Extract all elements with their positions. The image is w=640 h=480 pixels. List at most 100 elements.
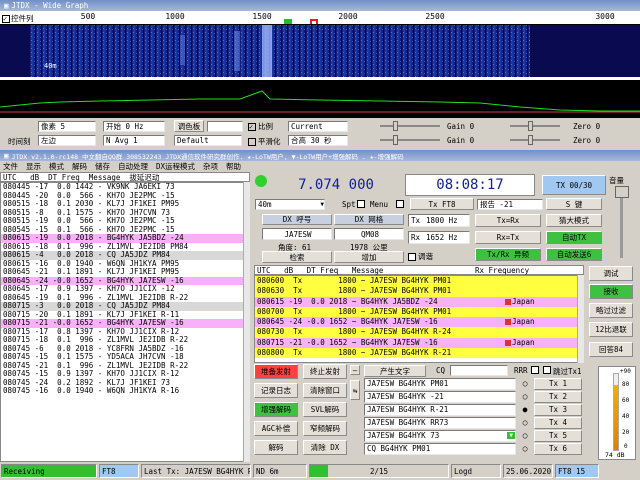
decode-row[interactable]: 080645 -19 0.1 996 - ZL1MVL JE2IDB R-22 [1,293,249,302]
palette-select[interactable]: Default [174,135,242,146]
rx-list-scrollbar[interactable] [577,275,584,363]
navg-spinbox[interactable]: N Avg 1 [103,135,165,146]
tx1-message-input[interactable]: JA7ESW BG4HYK PM01 [364,377,516,390]
clear-window-button[interactable]: 清除窗口 [303,383,347,398]
tx3-message-input[interactable]: JA7ESW BG4HYK R-21 [364,403,516,416]
tx1-button[interactable]: Tx 1 [534,377,582,390]
menu-file[interactable]: 文件 [3,161,18,172]
volume-slider-track[interactable] [620,198,623,258]
tune-button[interactable]: 调试 [589,266,633,281]
decode-row[interactable]: 080445 -17 0.0 1442 - VK9NK JA6EKI 73 [1,183,249,192]
decode-row[interactable]: 080715 -3 0.0 2018 - CQ JA5JDZ PM84 [1,302,249,311]
volume-slider-thumb[interactable] [615,186,629,198]
zero-slider-thumb[interactable] [528,121,533,131]
split-button[interactable]: Tx/Rx 异频 [475,248,541,261]
rrr-checkbox[interactable] [531,366,539,374]
decode-row[interactable]: 080715 -21 -0.0 1652 - BG4HYK JA7ESW -16 [1,319,249,328]
decode-row[interactable]: 080745 -15 0.9 1397 - KH7O JJ1CIX R-12 [1,370,249,379]
decode-row[interactable]: 080715 -18 0.1 996 - ZL1MVL JE2IDB R-22 [1,336,249,345]
clear-dx-button[interactable]: 清除 DX [303,440,347,455]
tx-eq-rx-button[interactable]: Tx=Rx [475,214,541,227]
tx4-radio[interactable]: ○ [518,418,532,427]
auto-tx-button[interactable]: 自动TX [546,231,602,244]
zero-slider-track[interactable] [510,125,560,127]
menu-dx[interactable]: DX运程模式 [156,161,195,172]
tx3-radio[interactable]: ● [518,405,532,414]
decode-row[interactable]: 080545 -15 0.1 566 - KH7O JE2PMC -15 [1,225,249,234]
menu-mode[interactable]: 模式 [49,161,64,172]
decode-row[interactable]: 080615 -16 0.0 1940 - W6QN JH1KYA PM95 [1,259,249,268]
qso-row[interactable]: 080800 Tx 1800 ~ JA7ESW BG4HYK R-21 [255,348,583,359]
qso-row[interactable]: 080615 -19 0.0 2018 ~ BG4HYK JA5BDZ -24 J… [255,296,583,307]
band-activity-scrollbar[interactable] [243,182,250,462]
tx-marker[interactable] [310,19,318,24]
dial-frequency[interactable]: 7.074 000 [268,174,404,196]
smooth-checkbox[interactable]: 平滑化 [248,136,281,147]
s-key-button[interactable]: S 键 [546,198,602,210]
decode-row[interactable]: 080445 -20 0.0 566 - KH7O JE2PMC -15 [1,191,249,200]
start-spinbox[interactable]: 开始 0 Hz [103,121,165,132]
narrow-decode-button[interactable]: 窄频解码 [303,421,347,436]
band-select[interactable]: 40m ▼ [255,199,325,210]
tx5-message-input[interactable]: JA7ESW BG4HYK 73 ▼ [364,429,516,442]
report-spinbox[interactable]: 报告 -21 [477,199,543,210]
qso-row[interactable]: 080600 Tx 1800 ~ JA7ESW BG4HYK PM01 [255,276,583,287]
menu-decode[interactable]: 解码 [72,161,87,172]
tx2-button[interactable]: Tx 2 [534,390,582,403]
align-select[interactable]: 左边 [38,135,96,146]
menu-help[interactable]: 帮助 [226,161,241,172]
answer-button[interactable]: 回答84 [589,342,633,357]
timespan-spinbox[interactable]: 合高 30 秒 [288,135,348,146]
agc-button[interactable]: AGC补偿 [254,421,298,436]
palette-adjust-field[interactable] [207,121,243,132]
spectrum-select[interactable]: Current [288,121,348,132]
callback-button[interactable]: 12比退联 [589,322,633,337]
halt-tx-button[interactable]: 终止发射 [303,364,347,379]
decode-row[interactable]: 080745 -15 0.1 1575 - YD5ACA JH7CVN -18 [1,353,249,362]
tx-freq-spinbox[interactable]: Tx 1800 Hz [408,214,470,227]
zero2-slider-thumb[interactable] [528,135,533,145]
decode-row[interactable]: 080515 -19 0.0 566 - KH7O JE2PMC -15 [1,217,249,226]
guess-mode-button[interactable]: 猜大模式 [546,214,602,227]
enhanced-decode-button[interactable]: 增强解码 [254,402,298,417]
tx6-message-input[interactable]: CQ BG4HYK PM01 [364,442,516,455]
skip-tx1-checkbox[interactable] [543,366,551,374]
tx6-radio[interactable]: ○ [518,444,532,453]
menu-auto[interactable]: 自动处理 [118,161,148,172]
decode-button[interactable]: 解码 [254,440,298,455]
tx4-message-input[interactable]: JA7ESW BG4HYK RR73 [364,416,516,429]
gain-slider-thumb[interactable] [393,121,398,131]
decode-row[interactable]: 080615 -19 0.0 2018 - BG4HYK JA5BDZ -24 [1,234,249,243]
zero2-slider-track[interactable] [510,139,560,141]
tx-mode-button[interactable]: Tx FT8 [410,198,474,210]
decode-row[interactable]: 080615 -18 0.1 996 - ZL1MVL JE2IDB PM84 [1,242,249,251]
menu-save[interactable]: 储存 [95,161,110,172]
rx-marker[interactable] [284,19,292,24]
menu-checkbox[interactable] [396,200,404,208]
tx6-button[interactable]: Tx 6 [534,442,582,455]
swap-button[interactable]: ⇆ [350,380,360,400]
decode-row[interactable]: 080515 -18 0.1 2030 - KL7J JF1KEI PM95 [1,200,249,209]
dx-call-input[interactable]: JA7ESW [262,228,332,240]
bins-spinbox[interactable]: 像素 5 [38,121,96,132]
auto-seq-button[interactable]: 自动发送6 [546,248,602,261]
decode-row[interactable]: 080515 -8 0.1 1575 - KH7O JH7CVN 73 [1,208,249,217]
tx2-radio[interactable]: ○ [518,392,532,401]
decode-row[interactable]: 080645 -17 0.9 1397 - KH7O JJ1CIX -12 [1,285,249,294]
band-activity-list[interactable]: 080445 -17 0.0 1442 - VK9NK JA6EKI 73 080… [0,182,250,462]
decode-row[interactable]: 080745 -6 0.0 2018 - YC8FRN JA5BDZ -16 [1,344,249,353]
decode-row[interactable]: 080745 -16 0.0 1940 - W6QN JH1KYA R-16 [1,387,249,396]
qso-row[interactable]: 080700 Tx 1800 ~ JA7ESW BG4HYK PM01 [255,306,583,318]
rx-eq-tx-button[interactable]: Rx=Tx [475,231,541,244]
waterfall[interactable]: 40m [0,11,640,118]
tx2-message-input[interactable]: JA7ESW BG4HYK -21 [364,390,516,403]
decode-row[interactable]: 080745 -21 0.1 996 - ZL1MVL JE2IDB R-22 [1,361,249,370]
decode-row[interactable]: 080645 -21 0.1 1891 - KL7J JF1KEI PM95 [1,268,249,277]
hold-checkbox[interactable]: 调谐 [408,251,433,262]
log-qso-button[interactable]: 记录日志 [254,383,298,398]
decode-row[interactable]: 080645 -24 -0.0 1652 - BG4HYK JA7ESW -16 [1,276,249,285]
tx-counter-button[interactable]: TX 00/30 [542,175,606,195]
filter-button[interactable]: 略过过滤 [589,303,633,318]
tx1-radio[interactable]: ○ [518,379,532,388]
rx-freq-spinbox[interactable]: Rx 1652 Hz [408,231,470,244]
